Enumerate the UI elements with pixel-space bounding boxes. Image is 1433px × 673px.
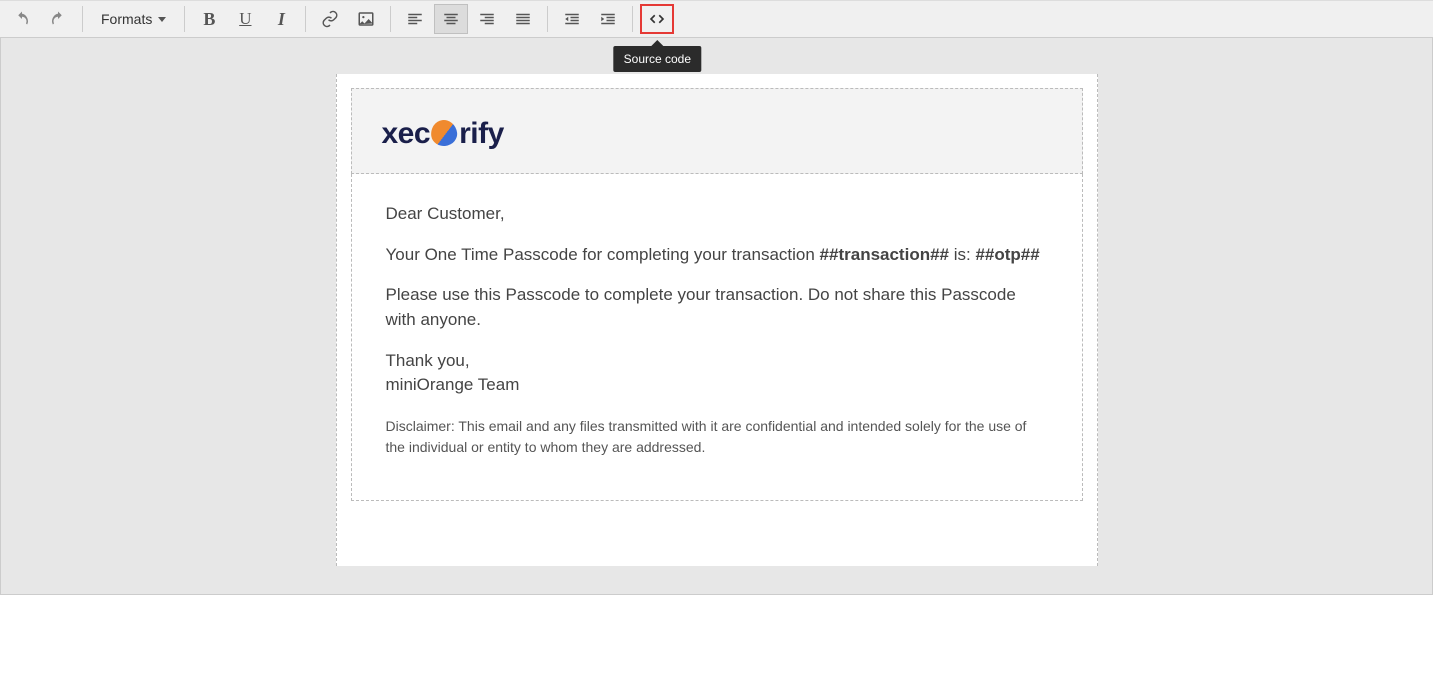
- email-body[interactable]: Dear Customer, Your One Time Passcode fo…: [351, 174, 1083, 501]
- separator: [547, 6, 548, 32]
- undo-button[interactable]: [5, 4, 39, 34]
- editor-frame: xec rify Dear Customer, Your One Time Pa…: [0, 38, 1433, 595]
- outdent-icon: [563, 10, 581, 28]
- bold-icon: B: [203, 9, 215, 30]
- outdent-button[interactable]: [555, 4, 589, 34]
- align-center-button[interactable]: [434, 4, 468, 34]
- otp-token: ##otp##: [975, 245, 1039, 264]
- logo-text-2: rify: [459, 117, 504, 151]
- link-icon: [321, 10, 339, 28]
- source-code-button[interactable]: [640, 4, 674, 34]
- image-button[interactable]: [349, 4, 383, 34]
- undo-icon: [13, 10, 31, 28]
- align-right-icon: [478, 10, 496, 28]
- align-center-icon: [442, 10, 460, 28]
- align-left-icon: [406, 10, 424, 28]
- caret-down-icon: [158, 17, 166, 22]
- align-right-button[interactable]: [470, 4, 504, 34]
- align-justify-icon: [514, 10, 532, 28]
- transaction-token: ##transaction##: [820, 245, 949, 264]
- greeting: Dear Customer,: [386, 202, 1048, 227]
- formats-dropdown[interactable]: Formats: [90, 4, 177, 34]
- redo-button[interactable]: [41, 4, 75, 34]
- tooltip-source-code: Source code: [614, 46, 701, 72]
- email-template: xec rify Dear Customer, Your One Time Pa…: [336, 74, 1098, 566]
- signature: Thank you, miniOrange Team: [386, 349, 1048, 398]
- formats-label: Formats: [101, 11, 152, 27]
- separator: [390, 6, 391, 32]
- separator: [632, 6, 633, 32]
- link-button[interactable]: [313, 4, 347, 34]
- align-left-button[interactable]: [398, 4, 432, 34]
- email-header: xec rify: [351, 88, 1083, 174]
- logo-text-1: xec: [382, 117, 431, 151]
- underline-button[interactable]: U: [228, 4, 262, 34]
- shield-icon: [429, 118, 458, 147]
- editor-canvas[interactable]: xec rify Dear Customer, Your One Time Pa…: [1, 38, 1432, 594]
- image-icon: [357, 10, 375, 28]
- redo-icon: [49, 10, 67, 28]
- xecurify-logo: xec rify: [382, 117, 504, 151]
- separator: [305, 6, 306, 32]
- bold-button[interactable]: B: [192, 4, 226, 34]
- separator: [82, 6, 83, 32]
- indent-button[interactable]: [591, 4, 625, 34]
- italic-icon: I: [278, 9, 285, 30]
- align-justify-button[interactable]: [506, 4, 540, 34]
- disclaimer: Disclaimer: This email and any files tra…: [386, 416, 1048, 458]
- otp-line: Your One Time Passcode for completing yo…: [386, 243, 1048, 268]
- instruction-line: Please use this Passcode to complete you…: [386, 283, 1048, 332]
- editor-toolbar: Formats B U I Source code: [0, 0, 1433, 38]
- italic-button[interactable]: I: [264, 4, 298, 34]
- underline-icon: U: [239, 9, 251, 29]
- code-icon: [648, 10, 666, 28]
- indent-icon: [599, 10, 617, 28]
- separator: [184, 6, 185, 32]
